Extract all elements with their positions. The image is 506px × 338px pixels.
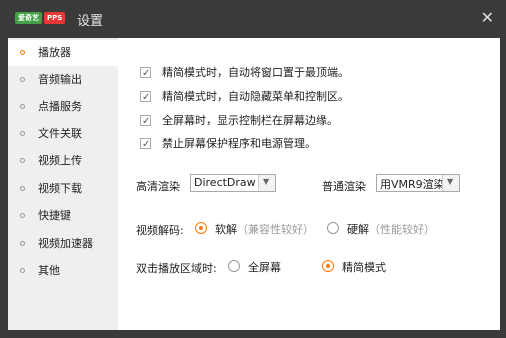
sidebar-item-audio-output[interactable]: 音频输出 [8,67,118,93]
checkmark-icon: ✓ [142,92,151,103]
sidebar-item-other[interactable]: 其他 [8,258,118,284]
checkmark-icon: ✓ [142,68,151,79]
dropdown-button[interactable]: ▼ [258,175,275,191]
window-title: 设置 [77,14,104,29]
dblclick-compact-label: 精简模式 [342,261,386,274]
radio-hard-decode[interactable] [327,222,339,234]
dblclick-label: 双击播放区域时: [136,262,217,275]
sidebar-item-label: 播放器 [38,46,71,59]
normal-render-value: 用VMR9渲染 [380,178,445,191]
hard-decode-text: 硬解 [347,223,369,236]
checkbox-label: 全屏幕时，显示控制栏在屏幕边缘。 [162,114,338,127]
normal-render-label: 普通渲染 [322,180,366,193]
sidebar-item-label: 快捷键 [38,209,71,222]
radio-dblclick-fullscreen[interactable] [228,260,240,272]
checkbox-hide-controls[interactable]: ✓ [140,91,151,103]
checkbox-always-on-top[interactable]: ✓ [140,67,151,79]
soft-decode-label: 软解（兼容性较好） [215,221,314,237]
sidebar-item-shortcuts[interactable]: 快捷键 [8,203,118,229]
radio-dot [326,264,330,268]
normal-render-select[interactable]: 用VMR9渲染 ▼ [376,174,460,192]
bullet-icon [20,186,25,191]
sidebar-item-label: 视频上传 [38,154,82,167]
radio-dblclick-compact[interactable] [322,260,334,272]
radio-soft-decode[interactable] [195,222,207,234]
settings-sidebar: 播放器 音频输出 点播服务 文件关联 视频上传 视频下载 快捷键 视频加速器 其… [8,38,118,330]
bullet-icon [20,131,25,136]
sidebar-item-file-association[interactable]: 文件关联 [8,121,118,147]
checkmark-icon: ✓ [142,139,151,150]
sidebar-item-label: 视频加速器 [38,237,93,250]
soft-decode-text: 软解 [215,223,237,236]
radio-dot [199,226,203,230]
hd-render-label: 高清渲染 [136,180,180,193]
checkbox-label: 禁止屏幕保护程序和电源管理。 [162,137,316,150]
player-settings-panel: ✓ 精简模式时，自动将窗口置于最顶端。 ✓ 精简模式时，自动隐藏菜单和控制区。 … [118,38,500,330]
checkbox-fullscreen-controls[interactable]: ✓ [140,115,151,127]
bullet-icon [20,158,25,163]
checkbox-label: 精简模式时，自动隐藏菜单和控制区。 [162,90,349,103]
checkbox-label: 精简模式时，自动将窗口置于最顶端。 [162,66,349,79]
sidebar-item-vod-service[interactable]: 点播服务 [8,94,118,120]
bullet-icon [20,268,25,273]
bullet-icon [20,241,25,246]
bullet-icon [20,104,25,109]
sidebar-item-label: 文件关联 [38,127,82,140]
bullet-icon [20,77,25,82]
settings-window: 爱奇艺 PPS 设置 ✕ 播放器 音频输出 点播服务 文件关联 视频上传 视频下… [0,0,506,338]
hard-decode-label: 硬解（性能较好） [347,221,435,237]
close-icon[interactable]: ✕ [481,8,494,27]
pps-logo: PPS [44,12,66,24]
sidebar-item-label: 其他 [38,264,60,277]
sidebar-item-video-download[interactable]: 视频下载 [8,176,118,202]
soft-decode-hint: （兼容性较好） [237,223,314,236]
chevron-down-icon: ▼ [263,177,270,186]
chevron-down-icon: ▼ [447,177,454,186]
hd-render-value: DirectDraw [194,176,256,189]
sidebar-item-label: 视频下载 [38,182,82,195]
sidebar-item-video-accelerator[interactable]: 视频加速器 [8,231,118,257]
sidebar-item-video-upload[interactable]: 视频上传 [8,148,118,174]
hd-render-select[interactable]: DirectDraw ▼ [190,174,276,192]
checkmark-icon: ✓ [142,116,151,127]
sidebar-item-player[interactable]: 播放器 [8,40,118,66]
dropdown-button[interactable]: ▼ [442,175,459,191]
title-bar: 爱奇艺 PPS 设置 ✕ [0,0,506,36]
bullet-icon [20,50,25,55]
hard-decode-hint: （性能较好） [369,223,435,236]
sidebar-item-label: 点播服务 [38,100,82,113]
decode-label: 视频解码: [136,224,184,237]
dblclick-fullscreen-label: 全屏幕 [248,261,281,274]
iqiyi-logo: 爱奇艺 [15,12,42,24]
app-logo: 爱奇艺 PPS [15,12,66,24]
sidebar-item-label: 音频输出 [38,73,82,86]
checkbox-disable-screensaver[interactable]: ✓ [140,138,151,150]
bullet-icon [20,213,25,218]
